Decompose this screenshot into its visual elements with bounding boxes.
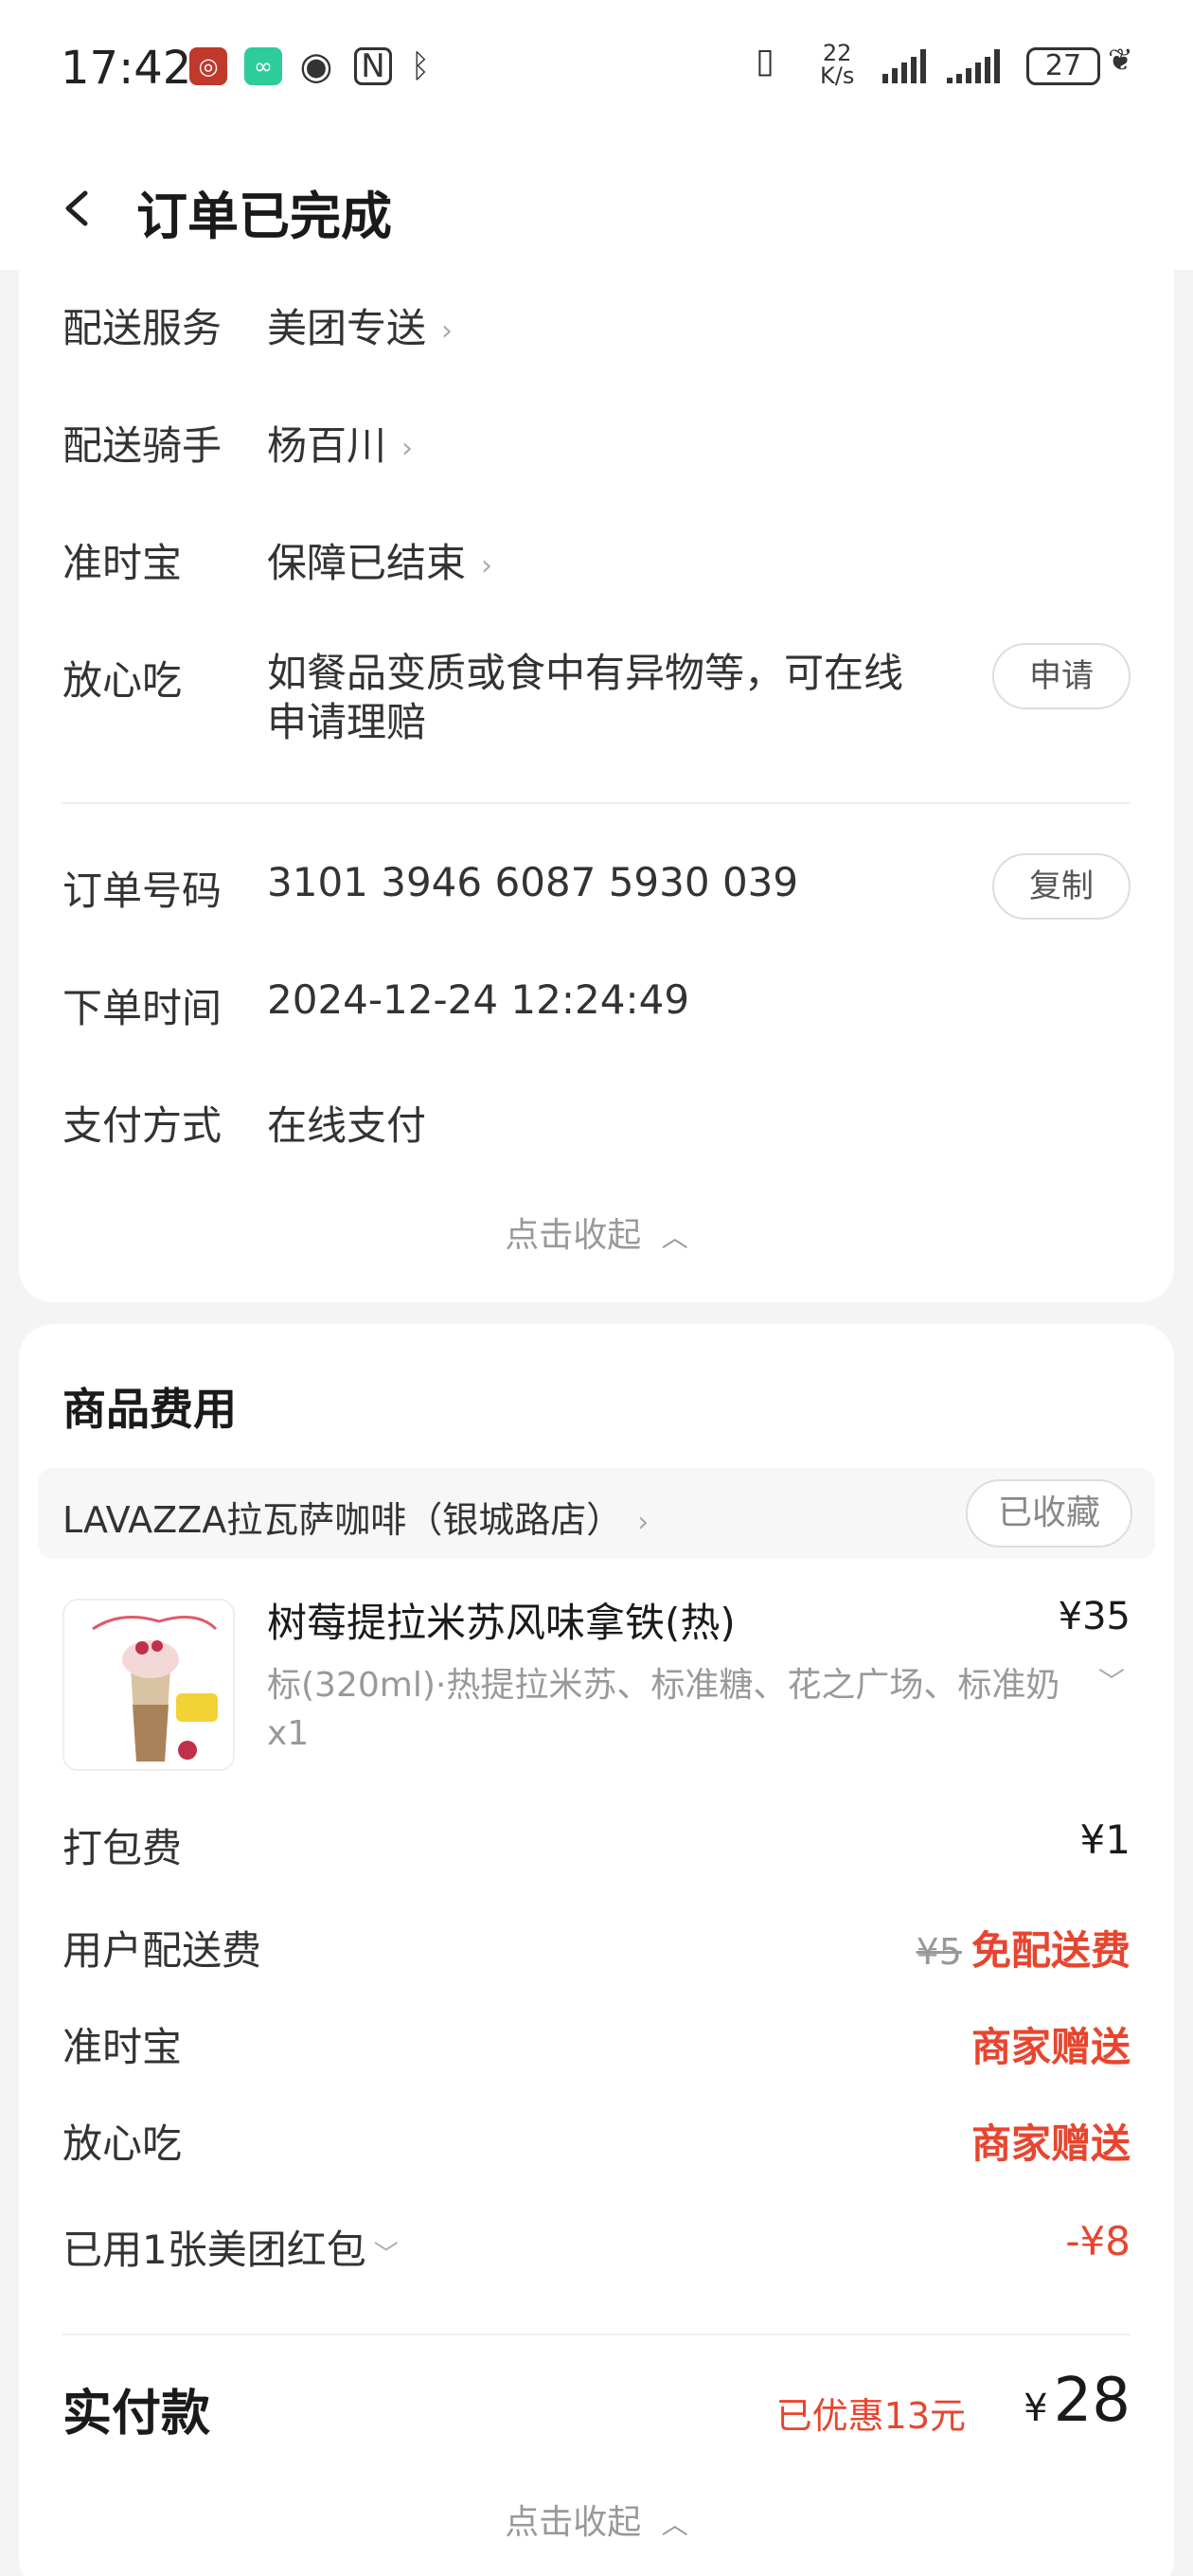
- delivery-service-label: 配送服务: [62, 305, 223, 351]
- packing-fee-value: ¥1: [1079, 1816, 1131, 1863]
- page-title: 订单已完成: [136, 187, 392, 246]
- delivery-fee-free: 免配送费: [970, 1927, 1131, 1974]
- delivery-service-row[interactable]: 美团专送 ›: [267, 296, 453, 354]
- bluetooth-icon: ᛒ: [410, 47, 431, 85]
- nfc-icon: N: [354, 47, 392, 85]
- product-spec: 标(320ml)·热提拉米苏、标准糖、花之广场、标准奶: [267, 1666, 1060, 1705]
- store-name: LAVAZZA拉瓦萨咖啡（银城路店）: [62, 1499, 623, 1541]
- delivery-service-value: 美团专送: [267, 305, 427, 351]
- page-header: 订单已完成: [0, 133, 1193, 270]
- fees-card: 商品费用 LAVAZZA拉瓦萨咖啡（银城路店） › 已收藏 树莓提拉米苏风味拿铁(…: [19, 1324, 1174, 2576]
- signal-icon: [947, 49, 1000, 83]
- chevron-right-icon: ›: [401, 432, 414, 465]
- order-number-value: 3101 3946 6087 5930 039: [267, 859, 799, 905]
- product-price: ¥35: [1058, 1595, 1131, 1638]
- packing-fee-label: 打包费: [62, 1825, 183, 1871]
- net-speed-unit: K/s: [820, 63, 855, 89]
- safe-eat-description: 如餐品变质或食中有异物等，可在线 申请理赔: [267, 649, 903, 747]
- chevron-right-icon: ›: [441, 314, 454, 348]
- total-amount: ¥28: [1024, 2366, 1131, 2436]
- chevron-right-icon: ›: [481, 549, 493, 582]
- eye-icon: ◉: [299, 45, 333, 88]
- status-time: 17:42: [61, 42, 192, 95]
- ontime-fee-label: 准时宝: [62, 2024, 183, 2070]
- rider-label: 配送骑手: [62, 422, 223, 469]
- total-value: 28: [1053, 2366, 1131, 2436]
- store-bar[interactable]: LAVAZZA拉瓦萨咖啡（银城路店） › 已收藏: [38, 1468, 1155, 1559]
- chevron-down-icon: ﹀: [373, 2241, 399, 2269]
- copy-button[interactable]: 复制: [992, 853, 1131, 920]
- signal-icon: [882, 49, 926, 83]
- delivery-fee-original: ¥5: [916, 1931, 962, 1973]
- chevron-up-icon: ︿: [661, 1222, 688, 1253]
- coupon-row[interactable]: 已用1张美团红包 ﹀: [62, 2218, 399, 2276]
- chevron-up-icon: ︿: [661, 2509, 688, 2540]
- coupon-value: -¥8: [1065, 2218, 1131, 2264]
- collapse-label: 点击收起: [505, 2503, 642, 2542]
- net-speed-value: 22: [822, 40, 852, 66]
- coupon-label: 已用1张美团红包: [62, 2227, 366, 2273]
- divider: [62, 802, 1131, 804]
- collapse-label: 点击收起: [505, 1216, 642, 1255]
- fees-section-title: 商品费用: [62, 1384, 237, 1435]
- vibrate-icon: ▯: [756, 42, 775, 80]
- product-quantity: x1: [267, 1714, 310, 1753]
- leaf-icon: ❦: [1108, 42, 1133, 78]
- chevron-left-icon[interactable]: [59, 189, 97, 227]
- net-speed: 22 K/s: [820, 42, 854, 87]
- order-time-label: 下单时间: [62, 985, 223, 1031]
- app-red-icon: ◎: [189, 47, 227, 85]
- product-name: 树莓提拉米苏风味拿铁(热): [267, 1600, 736, 1646]
- chevron-down-icon[interactable]: ﹀: [1098, 1661, 1125, 1699]
- product-image[interactable]: [62, 1599, 235, 1771]
- total-label: 实付款: [62, 2386, 211, 2442]
- rider-value: 杨百川: [267, 422, 387, 469]
- safe-eat-fee-label: 放心吃: [62, 2120, 183, 2167]
- collapse-toggle[interactable]: 点击收起 ︿: [19, 1208, 1174, 1257]
- payment-label: 支付方式: [62, 1102, 223, 1149]
- chevron-right-icon: ›: [637, 1506, 650, 1539]
- order-number-label: 订单号码: [62, 868, 223, 914]
- ontime-row[interactable]: 保障已结束 ›: [267, 531, 492, 589]
- collapse-toggle[interactable]: 点击收起 ︿: [19, 2495, 1174, 2544]
- battery-indicator: 27: [1026, 47, 1100, 85]
- safe-eat-fee-value: 商家赠送: [970, 2120, 1131, 2167]
- status-bar: 17:42 ◎ ∞ ◉ N ᛒ ▯ 22 K/s 27 ❦: [0, 0, 1193, 133]
- rider-row[interactable]: 杨百川 ›: [267, 414, 413, 472]
- order-time-value: 2024-12-24 12:24:49: [267, 976, 690, 1023]
- safe-eat-label: 放心吃: [62, 657, 183, 704]
- ontime-value: 保障已结束: [267, 540, 467, 586]
- payment-value: 在线支付: [267, 1102, 427, 1149]
- favorite-button[interactable]: 已收藏: [966, 1479, 1132, 1547]
- store-name-row[interactable]: LAVAZZA拉瓦萨咖啡（银城路店） ›: [62, 1491, 649, 1543]
- tripadvisor-icon: ∞: [244, 47, 282, 85]
- ontime-fee-value: 商家赠送: [970, 2024, 1131, 2070]
- discount-note: 已优惠13元: [775, 2395, 966, 2437]
- safe-eat-line1: 如餐品变质或食中有异物等，可在线: [267, 650, 904, 696]
- divider: [62, 2334, 1131, 2335]
- delivery-fee-value: ¥5 免配送费: [917, 1919, 1131, 1977]
- total-currency: ¥: [1024, 2387, 1048, 2430]
- order-info-card: 配送服务 美团专送 › 配送骑手 杨百川 › 准时宝 保障已结束 › 放心吃 如餐品变…: [19, 270, 1174, 1302]
- delivery-fee-label: 用户配送费: [62, 1927, 262, 1974]
- ontime-label: 准时宝: [62, 540, 183, 586]
- safe-eat-line2: 申请理赔: [267, 699, 427, 745]
- apply-button[interactable]: 申请: [992, 643, 1131, 709]
